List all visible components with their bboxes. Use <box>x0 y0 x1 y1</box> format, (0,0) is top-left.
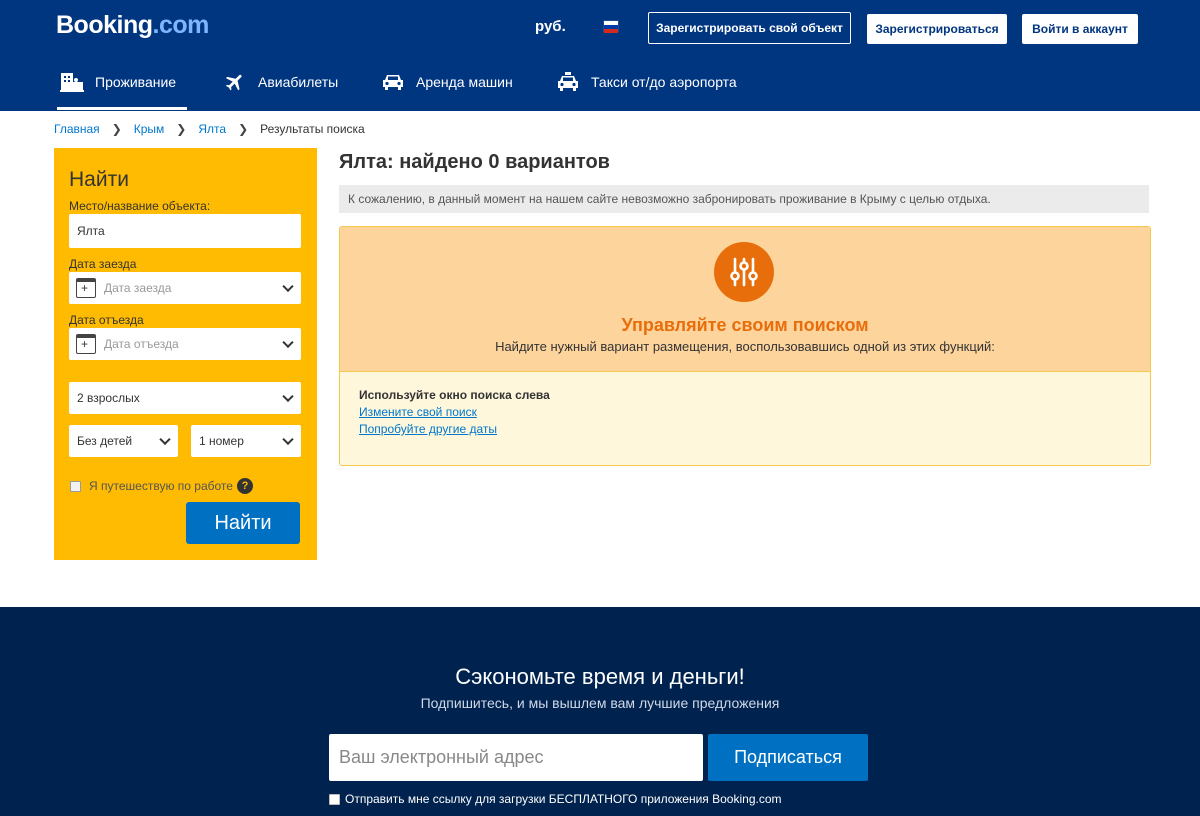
sliders-icon <box>714 242 774 302</box>
newsletter-title: Сэкономьте время и деньги! <box>455 664 745 689</box>
plane-icon <box>222 71 248 93</box>
app-link-checkbox-row: Отправить мне ссылку для загрузки БЕСПЛА… <box>329 792 782 806</box>
newsletter-subtitle: Подпишитесь, и мы вышлем вам лучшие пред… <box>420 695 780 711</box>
adults-value: 2 взрослых <box>77 391 140 405</box>
email-input[interactable]: Ваш электронный адрес <box>329 734 703 781</box>
business-trip-checkbox-row: Я путешествую по работе ? <box>70 478 253 494</box>
calendar-icon <box>76 334 96 354</box>
nav-tab-label: Аренда машин <box>416 74 513 90</box>
adults-select[interactable]: 2 взрослых <box>69 382 301 414</box>
chevron-right-icon: ❯ <box>238 122 249 136</box>
app-link-checkbox[interactable] <box>329 793 340 805</box>
taxi-icon <box>555 71 581 93</box>
destination-input[interactable]: Ялта <box>69 214 301 248</box>
booking-logo[interactable]: Booking.com <box>56 11 209 40</box>
checkout-placeholder: Дата отъезда <box>104 337 179 351</box>
try-other-dates-link[interactable]: Попробуйте другие даты <box>359 422 497 436</box>
checkout-field[interactable]: Дата отъезда <box>69 328 301 360</box>
newsletter-footer: Сэкономьте время и деньги! Подпишитесь, … <box>0 607 1200 816</box>
currency-selector[interactable]: руб. <box>535 18 566 35</box>
chevron-down-icon <box>159 433 171 446</box>
search-tips-heading: Используйте окно поиска слева <box>359 388 550 402</box>
change-search-link[interactable]: Измените свой поиск <box>359 405 477 419</box>
nav-tab-flights[interactable]: Авиабилеты <box>222 64 338 100</box>
search-tips-body: Используйте окно поиска слева Измените с… <box>340 371 1150 465</box>
destination-label: Место/название объекта: <box>69 199 211 213</box>
site-header: Booking.com руб. Зарегистрировать свой о… <box>0 0 1200 111</box>
search-tips-subtitle: Найдите нужный вариант размещения, воспо… <box>495 339 995 354</box>
chevron-down-icon <box>282 390 294 403</box>
nav-tab-taxi[interactable]: Такси от/до аэропорта <box>555 64 737 100</box>
signin-button[interactable]: Войти в аккаунт <box>1022 14 1138 44</box>
calendar-icon <box>76 278 96 298</box>
register-button[interactable]: Зарегистрироваться <box>867 14 1007 44</box>
checkin-field[interactable]: Дата заезда <box>69 272 301 304</box>
nav-tab-label: Такси от/до аэропорта <box>591 74 737 90</box>
list-property-button[interactable]: Зарегистрировать свой объект <box>648 12 851 44</box>
checkin-placeholder: Дата заезда <box>104 281 172 295</box>
search-title: Найти <box>69 168 129 191</box>
crimea-notice: К сожалению, в данный момент на нашем са… <box>339 185 1149 213</box>
app-link-label[interactable]: Отправить мне ссылку для загрузки БЕСПЛА… <box>345 792 782 806</box>
chevron-down-icon <box>282 433 294 446</box>
chevron-right-icon: ❯ <box>176 122 187 136</box>
search-tips-title: Управляйте своим поиском <box>621 315 869 335</box>
breadcrumb-home[interactable]: Главная <box>54 122 100 136</box>
chevron-down-icon <box>282 280 294 293</box>
search-tips-box: Управляйте своим поиском Найдите нужный … <box>339 226 1151 466</box>
russia-flag-icon[interactable] <box>603 20 619 33</box>
nav-tab-stays[interactable]: Проживание <box>59 64 176 100</box>
search-tips-header: Управляйте своим поиском Найдите нужный … <box>340 227 1150 371</box>
subscribe-button[interactable]: Подписаться <box>708 734 868 781</box>
business-trip-checkbox[interactable] <box>70 480 81 492</box>
nav-tab-label: Проживание <box>95 74 177 90</box>
active-tab-indicator <box>57 107 187 110</box>
children-value: Без детей <box>77 434 133 448</box>
breadcrumb: Главная ❯ Крым ❯ Ялта ❯ Результаты поиск… <box>54 122 365 136</box>
checkout-label: Дата отъезда <box>69 313 144 327</box>
nav-tab-label: Авиабилеты <box>258 74 339 90</box>
bed-icon <box>59 71 85 93</box>
results-title: Ялта: найдено 0 вариантов <box>339 151 610 173</box>
checkin-label: Дата заезда <box>69 257 137 271</box>
search-panel: Найти Место/название объекта: Ялта Дата … <box>54 148 317 560</box>
nav-tab-car-rental[interactable]: Аренда машин <box>380 64 513 100</box>
children-select[interactable]: Без детей <box>69 425 178 457</box>
chevron-right-icon: ❯ <box>111 122 122 136</box>
breadcrumb-current: Результаты поиска <box>260 122 365 136</box>
search-submit-button[interactable]: Найти <box>186 502 300 544</box>
rooms-select[interactable]: 1 номер <box>191 425 301 457</box>
car-icon <box>380 71 406 93</box>
business-trip-label[interactable]: Я путешествую по работе <box>89 479 233 493</box>
chevron-down-icon <box>282 336 294 349</box>
rooms-value: 1 номер <box>199 434 244 448</box>
breadcrumb-crimea[interactable]: Крым <box>134 122 165 136</box>
breadcrumb-yalta[interactable]: Ялта <box>198 122 226 136</box>
help-icon[interactable]: ? <box>236 478 253 494</box>
